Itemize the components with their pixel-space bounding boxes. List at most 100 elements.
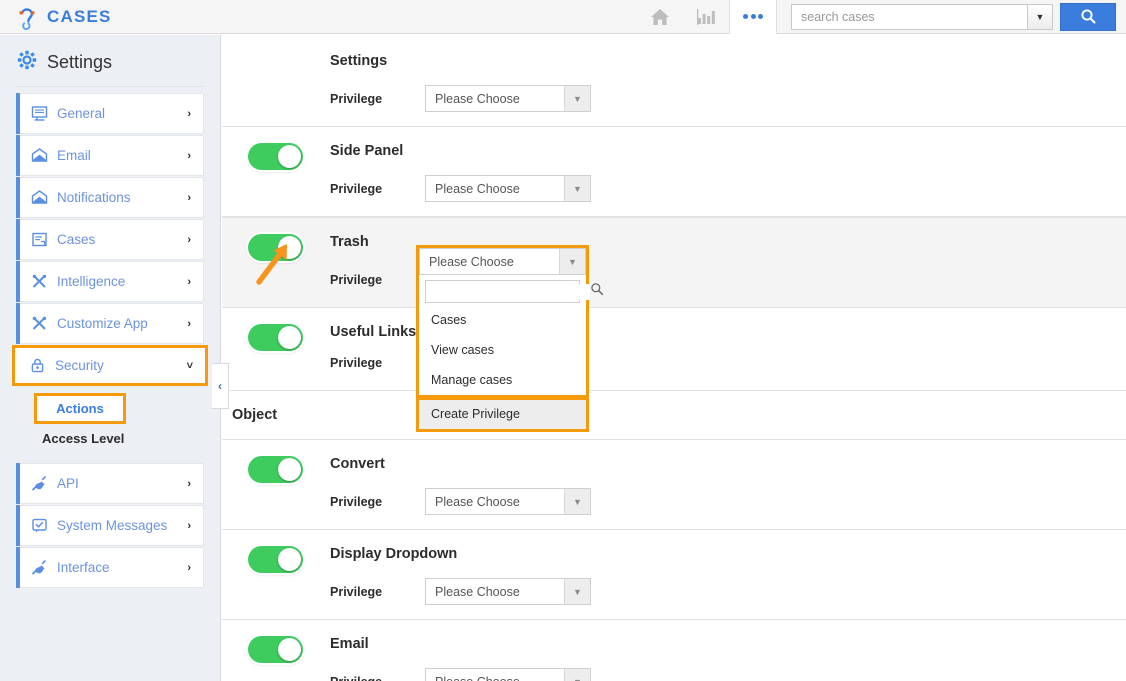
sidebar-item-security[interactable]: Security ˅ [12,345,208,386]
caret-down-icon[interactable]: ▼ [564,176,590,201]
privilege-select[interactable]: Please Choose ▼ [425,488,591,515]
sidebar-item-label: Interface [57,560,110,575]
dropdown-option[interactable]: Manage cases [419,365,586,395]
brand-name: CASES [47,6,112,26]
sidebar-item-label: System Messages [57,518,168,533]
toggle-switch-on[interactable] [248,636,303,663]
dropdown-selected-value: Please Choose [429,254,514,269]
toggle-switch-on[interactable] [248,546,303,573]
sidebar-item-api[interactable]: API › [16,463,204,504]
chevron-right-icon: › [187,149,191,162]
row-toggle[interactable] [248,143,303,170]
sidebar-item-system-messages[interactable]: System Messages › [16,505,204,546]
search-input[interactable] [799,8,1020,25]
dropdown-search-field[interactable] [425,280,604,303]
row-toggle[interactable] [248,456,303,483]
dropdown-option[interactable]: View cases [419,335,586,365]
toggle-switch-on[interactable] [248,324,303,351]
caret-down-icon[interactable]: ▼ [559,249,585,274]
row-title: Email [330,636,369,652]
table-row: Settings Privilege Please Choose ▼ [222,35,1126,127]
top-icons [637,0,777,34]
search-input-wrapper[interactable] [791,3,1027,30]
sidebar-subitem-actions[interactable]: Actions [34,393,126,424]
brand[interactable]: CASES [0,0,210,34]
privilege-select[interactable]: Please Choose ▼ [425,85,591,112]
settings-sidebar: Settings General › Email › Notifications… [0,35,221,681]
dropdown-create-privilege-option[interactable]: Create Privilege [416,397,589,432]
row-toggle[interactable] [248,636,303,663]
envelope-icon [29,188,49,208]
dropdown-trigger[interactable]: Please Choose ▼ [419,248,586,275]
caret-down-icon[interactable]: ▼ [564,86,590,111]
tools-icon [29,314,49,334]
privilege-label: Privilege [330,272,383,287]
sidebar-item-notifications[interactable]: Notifications › [16,177,204,218]
main-content: Settings Privilege Please Choose ▼ Side … [222,35,1126,681]
dropdown-highlight-box: Please Choose ▼ Cases View cases Manage … [416,245,604,398]
headset-question-logo-icon [14,4,40,30]
search-icon [590,282,604,301]
privilege-group: Privilege Please Choose ▼ [330,668,1126,681]
home-icon[interactable] [637,0,683,34]
sidebar-item-customize-app[interactable]: Customize App › [16,303,204,344]
privilege-label: Privilege [330,675,425,681]
sidebar-item-label: Email [57,148,91,163]
sidebar-item-cases[interactable]: Cases › [16,219,204,260]
sidebar-item-intelligence[interactable]: Intelligence › [16,261,204,302]
privilege-dropdown-open: Please Choose ▼ Cases View cases Manage … [416,245,604,432]
more-dots-icon[interactable] [729,0,777,34]
monitor-icon [29,104,49,124]
chevron-left-icon: ‹ [218,379,222,393]
caret-down-icon[interactable]: ▼ [564,579,590,604]
table-row: Display Dropdown Privilege Please Choose… [222,530,1126,620]
reports-bar-chart-icon[interactable] [683,0,729,34]
toggle-switch-on[interactable] [248,456,303,483]
sidebar-item-interface[interactable]: Interface › [16,547,204,588]
sidebar-item-label: Notifications [57,190,131,205]
table-row: Email Privilege Please Choose ▼ [222,620,1126,681]
tools-icon [29,272,49,292]
dot [750,14,756,19]
sidebar-item-label: Security [55,358,104,373]
section-header-object: Object [222,391,1126,440]
toggle-knob [278,548,301,571]
table-row: Useful Links Privilege [222,308,1126,391]
divider [16,86,204,87]
toggle-knob [278,145,301,168]
sidebar-subitem-label: Access Level [42,431,125,446]
table-row: Convert Privilege Please Choose ▼ [222,440,1126,530]
sidebar-item-general[interactable]: General › [16,93,204,134]
chevron-right-icon: › [187,477,191,490]
chevron-down-icon: ˅ [186,359,193,372]
toggle-switch-on[interactable] [248,143,303,170]
caret-down-icon[interactable]: ▼ [564,669,590,681]
sidebar-subitem-access-level[interactable]: Access Level [42,431,220,446]
chevron-right-icon: › [187,561,191,574]
case-list-icon [29,230,49,250]
dropdown-search-input[interactable] [431,283,590,300]
arrow-up-right-annotation-icon [253,238,299,291]
privilege-select[interactable]: Please Choose ▼ [425,578,591,605]
row-toggle[interactable] [248,546,303,573]
caret-down-icon[interactable]: ▼ [564,489,590,514]
chevron-right-icon: › [187,107,191,120]
search-submit-button[interactable] [1060,2,1116,31]
toggle-knob [278,326,301,349]
row-toggle[interactable] [248,324,303,351]
dropdown-option[interactable]: Cases [419,305,586,335]
sidebar-collapse-toggle[interactable]: ‹ [212,363,229,409]
privilege-select[interactable]: Please Choose ▼ [425,668,591,681]
privilege-select-value: Please Choose [426,675,564,681]
search-area: ▼ [791,2,1126,31]
privilege-group: Privilege Please Choose ▼ [330,578,1126,605]
row-title: Display Dropdown [330,546,458,562]
privilege-select[interactable]: Please Choose ▼ [425,175,591,202]
sidebar-item-label: Intelligence [57,274,126,289]
sidebar-item-email[interactable]: Email › [16,135,204,176]
privilege-select-value: Please Choose [435,91,520,106]
search-scope-chevron-down-icon[interactable]: ▼ [1027,3,1053,30]
dot [758,14,764,19]
privilege-label: Privilege [330,494,383,509]
